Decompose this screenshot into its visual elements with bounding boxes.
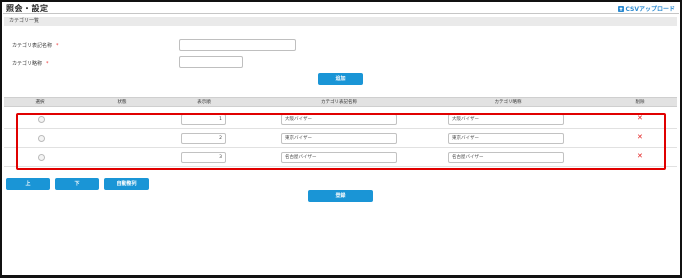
section-header: カテゴリ一覧: [4, 17, 677, 26]
title-divider: [3, 13, 679, 14]
order-input[interactable]: 2: [181, 133, 226, 144]
table-row: 1 大阪バイザー 大阪バイザー ✕: [4, 111, 677, 129]
column-header-select: 選択: [35, 100, 45, 105]
order-input[interactable]: 1: [181, 114, 226, 125]
upload-icon: [617, 5, 624, 12]
table-header: 選択 状態 表示順 カテゴリ表記名称 カテゴリ略称 削除: [4, 97, 677, 107]
column-header-order: 表示順: [197, 100, 211, 105]
table-row: 3 名古屋バイザー 名古屋バイザー ✕: [4, 149, 677, 167]
display-name-cell-input[interactable]: 名古屋バイザー: [281, 152, 397, 163]
short-name-cell-input[interactable]: 東京バイザー: [448, 133, 564, 144]
required-mark: *: [46, 61, 49, 67]
delete-icon[interactable]: ✕: [637, 114, 643, 123]
csv-upload-label: CSVアップロード: [625, 6, 675, 13]
short-name-label: カテゴリ略称 *: [12, 61, 49, 67]
display-name-cell-input[interactable]: 東京バイザー: [281, 133, 397, 144]
column-header-delete: 削除: [635, 100, 645, 105]
display-name-label: カテゴリ表記名称 *: [12, 43, 59, 49]
move-down-button[interactable]: 下: [55, 178, 99, 190]
delete-icon[interactable]: ✕: [637, 133, 643, 142]
select-radio[interactable]: [38, 135, 45, 142]
column-header-display-name: カテゴリ表記名称: [321, 100, 357, 105]
column-header-short-name: カテゴリ略称: [494, 100, 522, 105]
table-row: 2 東京バイザー 東京バイザー ✕: [4, 130, 677, 148]
csv-upload-link[interactable]: CSVアップロード: [617, 4, 675, 13]
short-name-cell-input[interactable]: 大阪バイザー: [448, 114, 564, 125]
order-input[interactable]: 3: [181, 152, 226, 163]
register-button[interactable]: 登録: [308, 190, 373, 202]
short-name-input[interactable]: [179, 56, 243, 68]
short-name-cell-input[interactable]: 名古屋バイザー: [448, 152, 564, 163]
auto-sort-button[interactable]: 自動整列: [104, 178, 149, 190]
delete-icon[interactable]: ✕: [637, 152, 643, 161]
display-name-input[interactable]: [179, 39, 296, 51]
add-button[interactable]: 追加: [318, 73, 363, 85]
select-radio[interactable]: [38, 154, 45, 161]
move-up-button[interactable]: 上: [6, 178, 50, 190]
display-name-cell-input[interactable]: 大阪バイザー: [281, 114, 397, 125]
required-mark: *: [56, 43, 59, 49]
select-radio[interactable]: [38, 116, 45, 123]
column-header-status: 状態: [117, 100, 127, 105]
